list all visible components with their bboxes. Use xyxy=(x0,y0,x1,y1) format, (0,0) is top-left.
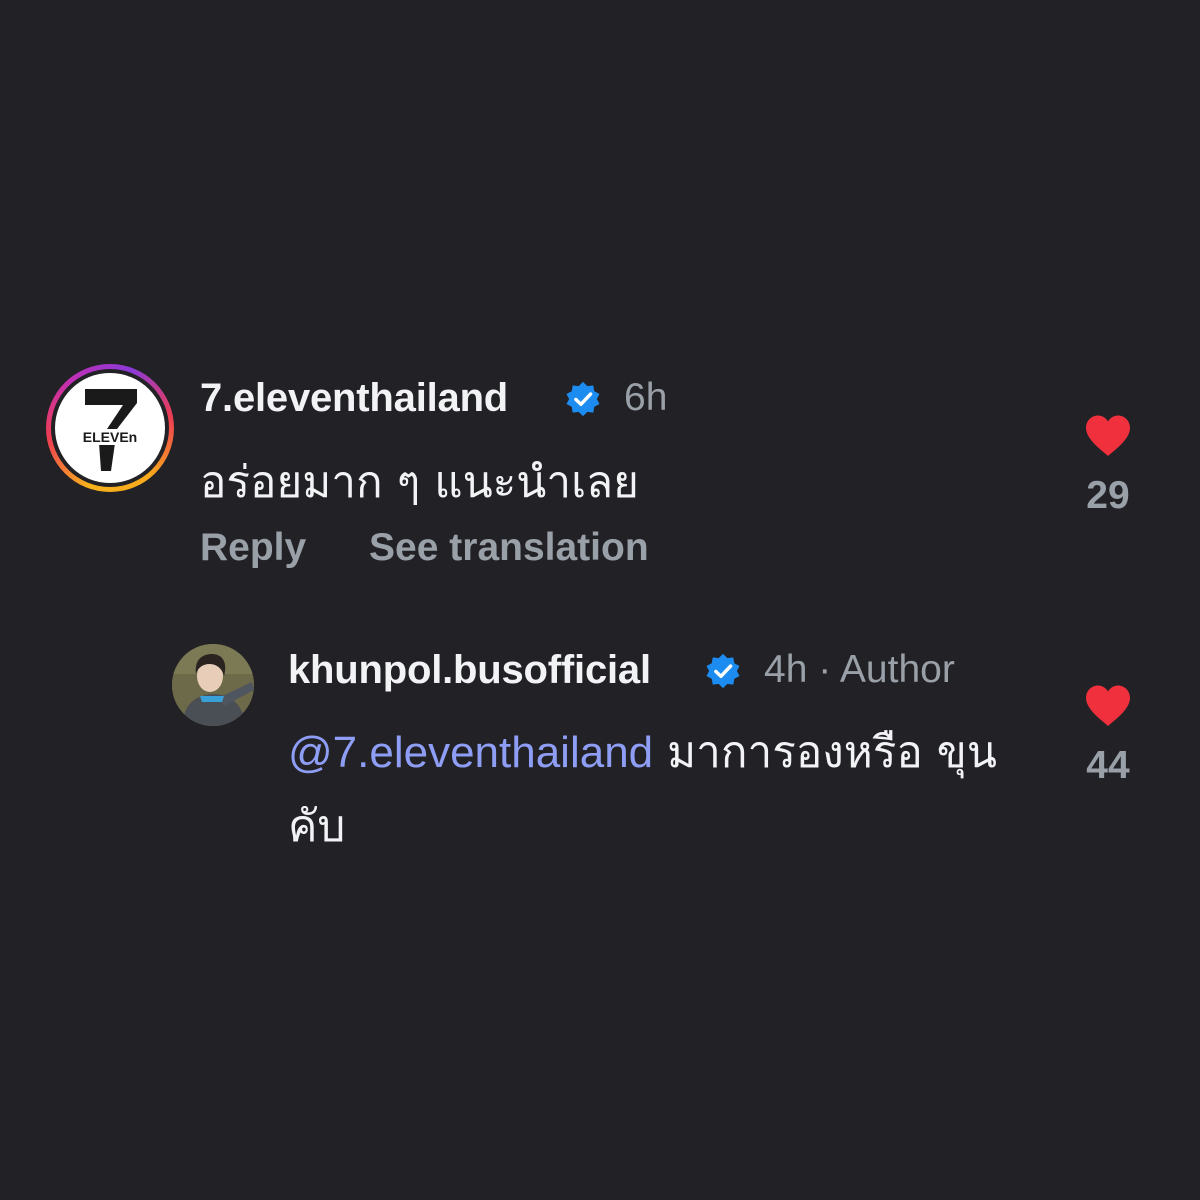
comment-text: @7.eleventhailand มาการองหรือ ขุนคับ xyxy=(288,716,1048,864)
comment-text: อร่อยมาก ๆ แนะนำเลย xyxy=(200,457,639,508)
reply-item: khunpol.busofficial 4h · Author @7.eleve… xyxy=(172,640,1156,870)
like-control: 29 xyxy=(1078,414,1138,518)
seven-eleven-logo-icon: ELEVEn xyxy=(55,373,165,483)
like-count: 44 xyxy=(1086,744,1130,787)
comment-item: ELEVEn 7.eleventhailand 6h อร่อยมาก ๆ แน… xyxy=(46,364,1156,594)
mention-link[interactable]: @7.eleventhailand xyxy=(288,728,653,777)
comments-panel: ELEVEn 7.eleventhailand 6h อร่อยมาก ๆ แน… xyxy=(0,0,1200,1200)
heart-icon[interactable] xyxy=(1084,684,1132,728)
svg-text:ELEVEn: ELEVEn xyxy=(83,429,137,445)
like-control: 44 xyxy=(1078,684,1138,788)
reply-button[interactable]: Reply xyxy=(200,526,306,570)
verified-badge-icon xyxy=(566,381,600,417)
story-ring[interactable]: ELEVEn xyxy=(46,364,174,492)
author-label: Author xyxy=(839,648,955,691)
comment-username[interactable]: 7.eleventhailand xyxy=(200,376,508,421)
comment-time: 6h xyxy=(624,376,668,419)
see-translation-button[interactable]: See translation xyxy=(369,526,649,570)
heart-icon[interactable] xyxy=(1084,414,1132,458)
comment-time: 4h xyxy=(764,648,808,691)
comment-username[interactable]: khunpol.busofficial xyxy=(288,648,651,693)
verified-badge-icon xyxy=(706,653,740,689)
like-count: 29 xyxy=(1086,474,1130,517)
user-avatar[interactable] xyxy=(172,644,254,726)
meta-separator: · xyxy=(818,648,832,691)
comment-actions: Reply See translation xyxy=(200,526,649,570)
comment-meta: 4h · Author xyxy=(764,648,955,692)
